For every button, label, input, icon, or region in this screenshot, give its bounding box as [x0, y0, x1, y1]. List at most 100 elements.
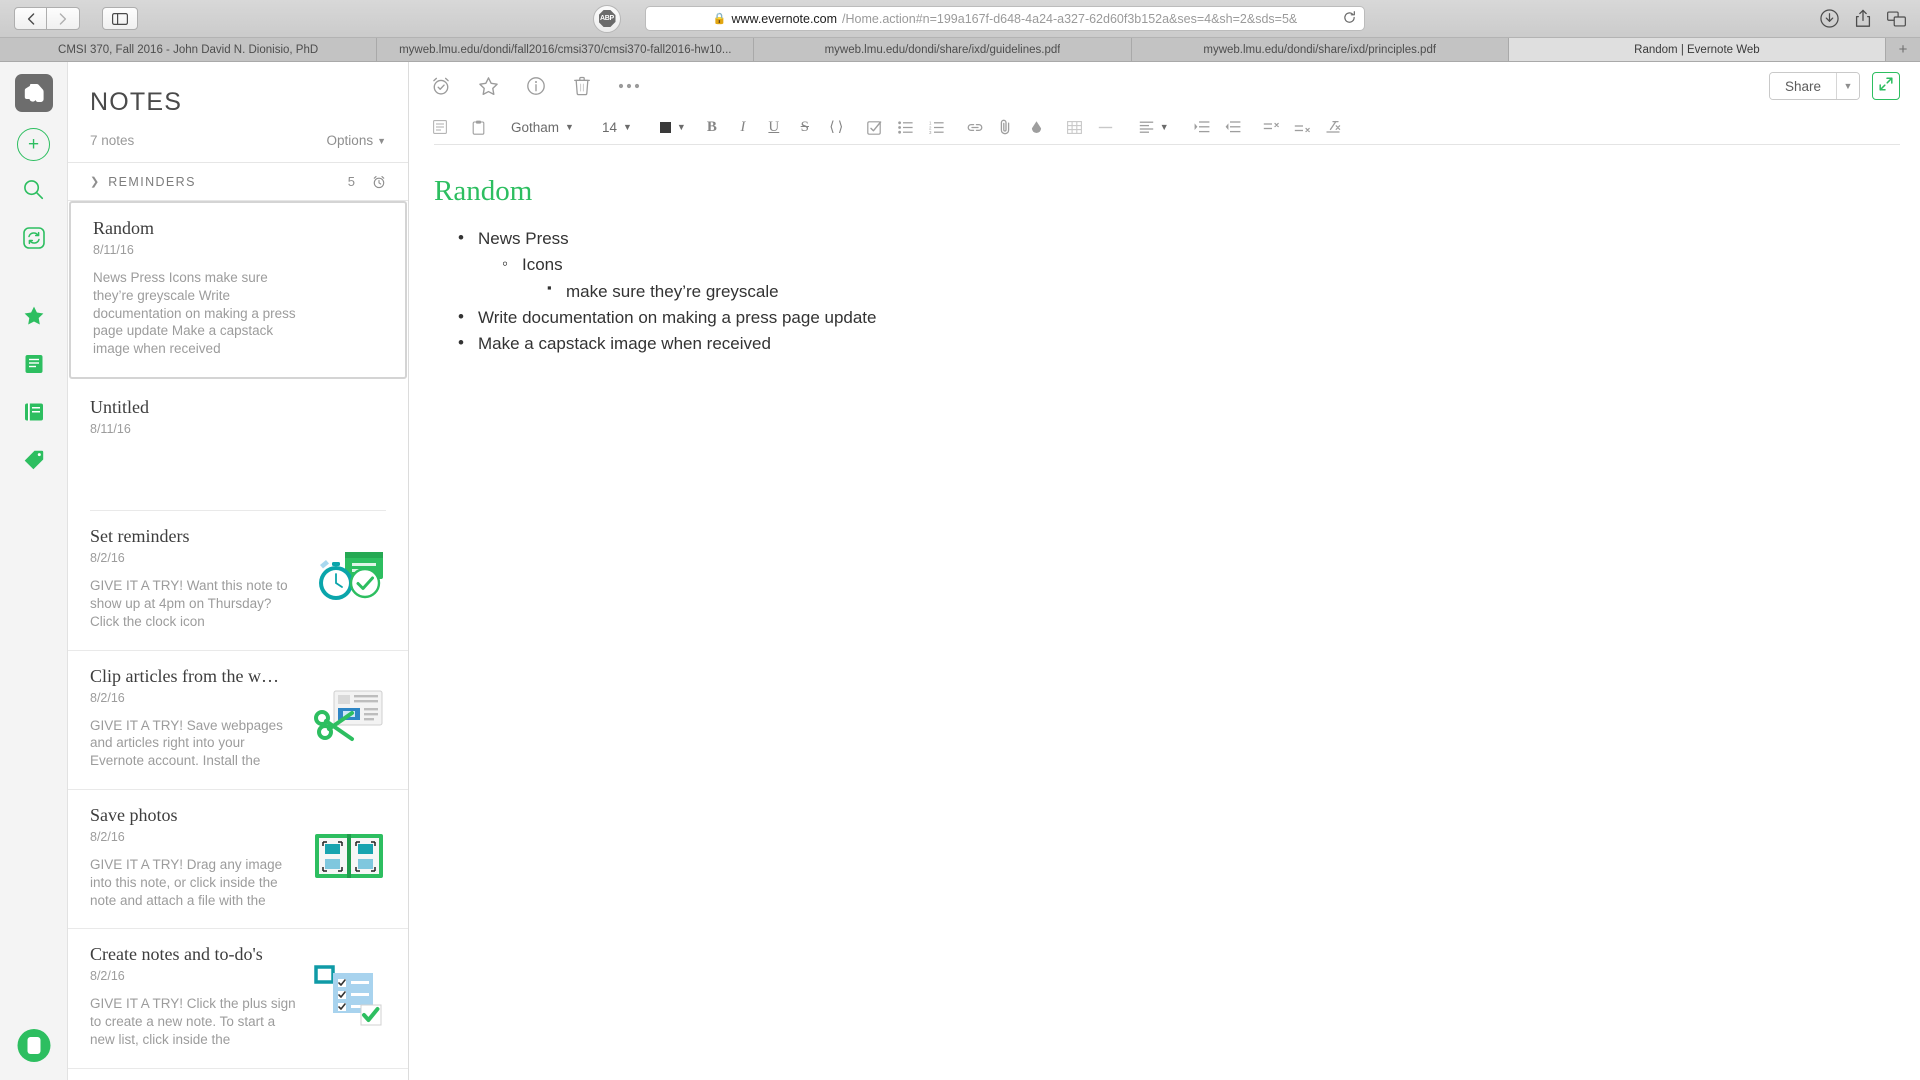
font-size-value: 14: [601, 119, 617, 135]
reload-icon[interactable]: [1343, 10, 1356, 27]
note-list-item-search-handwriting[interactable]: Search your handwriting 8/2/16 GIVE IT A…: [68, 1069, 408, 1080]
forward-button[interactable]: [47, 7, 80, 30]
browser-tab-2[interactable]: myweb.lmu.edu/dondi/fall2016/cmsi370/cms…: [377, 38, 755, 61]
note-snippet: GIVE IT A TRY! Want this note to show up…: [90, 578, 288, 629]
options-button[interactable]: Options ▼: [327, 133, 386, 148]
note-snippet: News Press Icons make sure they’re greys…: [93, 270, 296, 357]
browser-toolbar: ABP 🔒 www.evernote.com/Home.action#n=199…: [0, 0, 1920, 38]
evernote-elephant-logo[interactable]: [14, 74, 53, 112]
show-all-tabs-icon[interactable]: [1887, 10, 1906, 27]
attachment-icon[interactable]: [995, 115, 1017, 139]
numbered-list-icon[interactable]: 123: [926, 115, 948, 139]
paragraph-style-icon[interactable]: [429, 115, 451, 139]
share-dropdown-chevron-down-icon[interactable]: ▼: [1836, 73, 1859, 99]
code-block-button[interactable]: ⟨⟩: [825, 115, 848, 139]
star-icon: [23, 305, 45, 332]
reminder-icon[interactable]: [431, 76, 451, 96]
star-favorite-icon[interactable]: [478, 76, 499, 97]
url-text: 🔒 www.evernote.com/Home.action#n=199a167…: [713, 12, 1298, 26]
note-title: Random: [93, 218, 154, 238]
bold-button[interactable]: B: [701, 115, 723, 139]
more-options-icon[interactable]: [618, 82, 640, 90]
info-icon[interactable]: [526, 76, 546, 96]
note-list-item-random[interactable]: Random 8/11/16 News Press Icons make sur…: [69, 201, 407, 380]
back-button[interactable]: [14, 7, 47, 30]
note-title: Create notes and to-do's: [90, 944, 263, 965]
note-snippet: GIVE IT A TRY! Drag any image into this …: [90, 856, 283, 908]
notes-list-panel: NOTES 7 notes Options ▼ ❯ REMINDERS 5 Ra…: [68, 62, 409, 1080]
note-list-item-untitled[interactable]: Untitled 8/11/16: [68, 379, 408, 510]
note-list-item-create-notes[interactable]: Create notes and to-do's 8/2/16 GIVE IT …: [68, 929, 408, 1069]
account-avatar[interactable]: [17, 1029, 50, 1062]
browser-tab-4[interactable]: myweb.lmu.edu/dondi/share/ixd/principles…: [1131, 38, 1509, 61]
underline-button[interactable]: U: [763, 115, 785, 139]
shortcuts-button[interactable]: [17, 301, 51, 335]
note-content-area[interactable]: Random News Press Icons make sure they’r…: [409, 145, 1920, 1080]
share-button[interactable]: Share: [1769, 73, 1836, 99]
note-bullet[interactable]: News Press Icons make sure they’re greys…: [456, 225, 1920, 305]
browser-right-tools: [1820, 9, 1906, 28]
note-list-item-save-photos[interactable]: Save photos 8/2/16 GIVE IT A TRY! Drag a…: [68, 790, 408, 930]
clear-formatting-icon[interactable]: [1322, 115, 1344, 139]
lock-icon: 🔒: [712, 13, 727, 25]
share-button-group[interactable]: Share ▼: [1768, 72, 1860, 100]
notebooks-button[interactable]: [17, 397, 51, 431]
indent-increase-icon[interactable]: [1191, 115, 1213, 139]
sync-icon: [22, 226, 45, 254]
text-color-picker[interactable]: ▼: [654, 115, 692, 139]
note-bullet-text: Write documentation on making a press pa…: [478, 308, 877, 328]
sidebar-toggle-button[interactable]: [102, 7, 138, 30]
new-note-button[interactable]: +: [17, 128, 50, 161]
adblock-plus-button[interactable]: ABP: [593, 4, 621, 33]
download-icon[interactable]: [1820, 9, 1839, 28]
note-list-item-clip-articles[interactable]: Clip articles from the w… 8/2/16 GIVE IT…: [68, 651, 408, 790]
font-family-select[interactable]: Gotham ▼: [505, 115, 580, 139]
navigation-buttons: [14, 7, 80, 30]
chevron-down-icon: ▼: [676, 122, 686, 132]
clipboard-icon[interactable]: [467, 115, 489, 139]
indent-decrease-icon[interactable]: [1222, 115, 1244, 139]
note-snippet: GIVE IT A TRY! Click the plus sign to cr…: [90, 996, 296, 1047]
note-bullet[interactable]: Write documentation on making a press pa…: [456, 304, 1920, 331]
checklist-thumb: [312, 965, 386, 1027]
browser-tab-1[interactable]: CMSI 370, Fall 2016 - John David N. Dion…: [0, 38, 378, 61]
note-bullet[interactable]: Icons make sure they’re greyscale: [500, 251, 1920, 305]
chevron-down-icon: ▼: [377, 135, 386, 146]
note-date: 8/11/16: [90, 422, 131, 437]
browser-tab-5-active[interactable]: Random | Evernote Web: [1508, 38, 1887, 61]
chevron-right-icon: ❯: [90, 176, 100, 188]
note-bullet-text: News Press: [478, 229, 569, 248]
note-bullet[interactable]: Make a capstack image when received: [456, 330, 1920, 357]
tags-button[interactable]: [17, 445, 51, 479]
trash-icon[interactable]: [573, 76, 591, 96]
new-tab-button[interactable]: +: [1886, 38, 1920, 61]
bullet-list-icon[interactable]: [895, 115, 917, 139]
search-button[interactable]: [17, 175, 51, 209]
address-bar[interactable]: 🔒 www.evernote.com/Home.action#n=199a167…: [645, 6, 1365, 31]
browser-tab-3[interactable]: myweb.lmu.edu/dondi/share/ixd/guidelines…: [754, 38, 1132, 61]
sync-button[interactable]: [17, 223, 51, 257]
todo-checkbox-icon[interactable]: [864, 115, 886, 139]
notebooks-icon: [23, 401, 45, 428]
highlight-icon[interactable]: [1026, 115, 1048, 139]
table-icon[interactable]: [1064, 115, 1086, 139]
subscript-icon[interactable]: [1260, 115, 1282, 139]
font-size-select[interactable]: 14 ▼: [596, 115, 638, 139]
note-heading[interactable]: Random: [409, 175, 1920, 208]
expand-fullscreen-button[interactable]: [1872, 72, 1900, 100]
link-icon[interactable]: [964, 115, 986, 139]
alarm-clock-thumb: [312, 547, 386, 609]
superscript-icon[interactable]: [1291, 115, 1313, 139]
alarm-clock-icon[interactable]: [372, 175, 386, 189]
notes-scroll-area[interactable]: Random 8/11/16 News Press Icons make sur…: [68, 201, 408, 1080]
note-body[interactable]: News Press Icons make sure they’re greys…: [409, 225, 1920, 358]
note-list-item-set-reminders[interactable]: Set reminders 8/2/16 GIVE IT A TRY! Want…: [68, 511, 408, 651]
share-icon[interactable]: [1855, 9, 1871, 28]
strikethrough-button[interactable]: S: [794, 115, 816, 139]
align-select[interactable]: ▼: [1133, 115, 1175, 139]
italic-button[interactable]: I: [732, 115, 754, 139]
notes-button[interactable]: [17, 349, 51, 383]
note-bullet[interactable]: make sure they’re greyscale: [544, 278, 1920, 305]
reminders-section-header[interactable]: ❯ REMINDERS 5: [68, 163, 408, 201]
horizontal-rule-icon[interactable]: [1095, 115, 1117, 139]
